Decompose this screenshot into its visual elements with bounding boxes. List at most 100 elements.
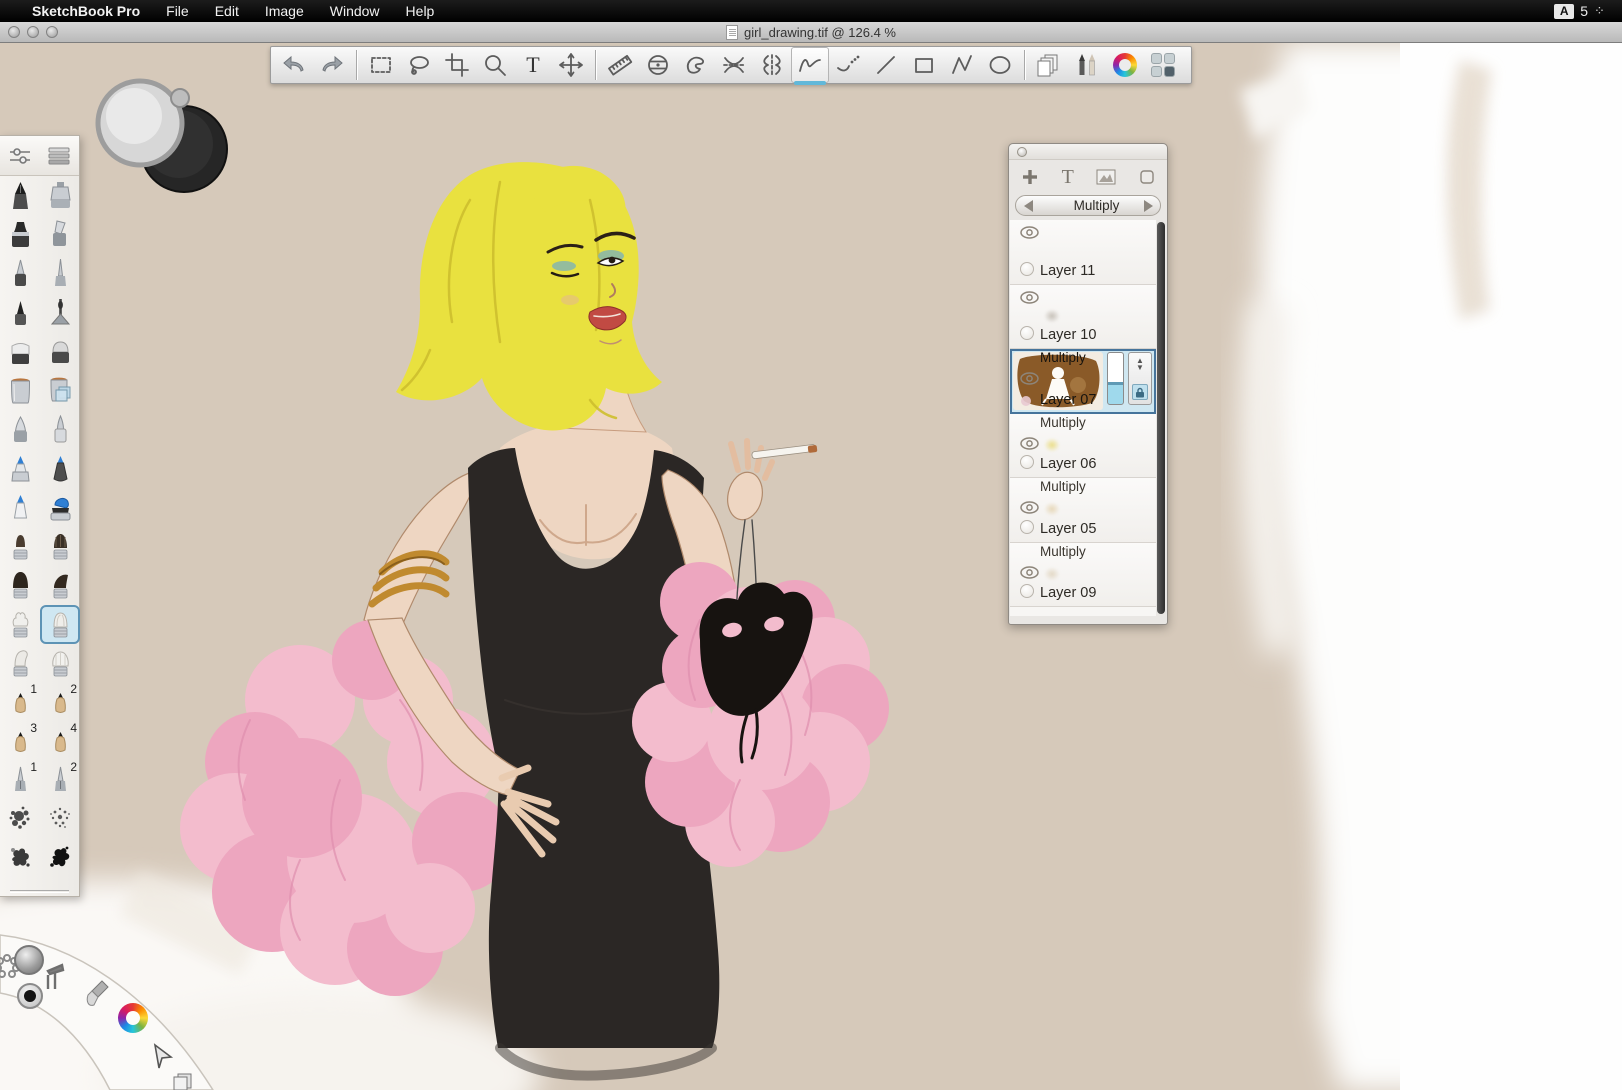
brush-pencil-tan-2-icon[interactable]: 2 (40, 683, 80, 722)
brush-pencil-tan-3-icon[interactable]: 3 (0, 722, 40, 761)
brush-eraser-flat-icon[interactable] (0, 332, 40, 371)
text-layer-icon[interactable]: T (1062, 166, 1074, 189)
tool-cut-stroke-icon[interactable] (715, 47, 753, 83)
brush-marker-icon[interactable] (0, 215, 40, 254)
new-card-icon[interactable] (1139, 169, 1155, 185)
brush-needle-icon[interactable] (40, 254, 80, 293)
brush-bullet-silver-icon[interactable] (40, 410, 80, 449)
tool-redo-icon[interactable] (313, 47, 351, 83)
layer-row-layer-11[interactable]: Layer 11 (1010, 220, 1156, 285)
layer-visibility-eye-icon[interactable] (1020, 437, 1039, 455)
brush-cone-dark-icon[interactable] (0, 293, 40, 332)
layer-visibility-eye-icon[interactable] (1020, 566, 1039, 584)
layer-visibility-eye-icon[interactable] (1020, 501, 1039, 519)
tool-ruler-icon[interactable] (601, 47, 639, 83)
tool-ellipse-guide-icon[interactable] (639, 47, 677, 83)
layer-visibility-eye-icon[interactable] (1020, 226, 1039, 244)
window-title-bar[interactable]: girl_drawing.tif @ 126.4 % (0, 22, 1622, 43)
layer-select-radio[interactable] (1020, 520, 1034, 534)
brush-ink-blot-black-icon[interactable] (40, 839, 80, 878)
brush-pencil-icon[interactable] (0, 176, 40, 215)
edit-tools-icon[interactable] (42, 963, 68, 993)
tool-line-icon[interactable] (867, 47, 905, 83)
tool-spline-stroke-icon[interactable] (829, 47, 867, 83)
layer-row-layer-10[interactable]: Layer 10 (1010, 285, 1156, 350)
traffic-lights[interactable] (8, 26, 58, 38)
tool-rectangle-icon[interactable] (905, 47, 943, 83)
brush-cone-silver-icon[interactable] (0, 410, 40, 449)
tool-rect-select-icon[interactable] (362, 47, 400, 83)
brush-bucket-copy-icon[interactable] (40, 371, 80, 410)
tool-crop-icon[interactable] (438, 47, 476, 83)
blend-prev-arrow[interactable] (1024, 200, 1033, 212)
brush-chisel-icon[interactable] (40, 215, 80, 254)
tool-freehand-stroke-icon[interactable] (791, 47, 829, 83)
tool-text-icon[interactable]: T (514, 47, 552, 83)
brush-ballpoint-icon[interactable] (0, 254, 40, 293)
layer-row-layer-09[interactable]: MultiplyLayer 09 (1010, 543, 1156, 608)
layer-select-radio[interactable] (1020, 262, 1034, 276)
tool-polyline-icon[interactable] (943, 47, 981, 83)
brush-library-icon[interactable] (47, 146, 71, 166)
layer-widget[interactable]: ▲▼ (1128, 352, 1152, 405)
paint-brush-icon[interactable] (84, 979, 112, 1009)
brush-pen-num-2-icon[interactable]: 2 (40, 761, 80, 800)
blend-mode-selector[interactable]: Multiply (1015, 195, 1161, 216)
close-button[interactable] (8, 26, 20, 38)
brush-cone-blue-dark-icon[interactable] (40, 449, 80, 488)
menu-image[interactable]: Image (265, 3, 304, 19)
brush-splatter-fine-icon[interactable] (40, 800, 80, 839)
brush-brush-fan-dark-icon[interactable] (40, 527, 80, 566)
layers-panel-titlebar[interactable] (1009, 144, 1167, 160)
tool-symmetry-icon[interactable] (753, 47, 791, 83)
zoom-puck[interactable] (95, 60, 230, 195)
menu-file[interactable]: File (166, 3, 189, 19)
brush-eraser-round-icon[interactable] (40, 332, 80, 371)
layer-reorder-arrows-icon[interactable]: ▲▼ (1136, 357, 1144, 371)
brush-airbrush-icon[interactable] (40, 176, 80, 215)
tool-move-icon[interactable] (552, 47, 590, 83)
layer-visibility-eye-icon[interactable] (1020, 372, 1039, 390)
layers-scrollbar[interactable] (1157, 222, 1165, 614)
brush-pencil-tan-4-icon[interactable]: 4 (40, 722, 80, 761)
brush-brush-small-dark-icon[interactable] (0, 527, 40, 566)
brush-cone-blue-icon[interactable] (0, 449, 40, 488)
brush-pen-num-1-icon[interactable]: 1 (0, 761, 40, 800)
layer-lock-icon[interactable] (1132, 384, 1148, 400)
layer-select-radio[interactable] (1020, 584, 1034, 598)
layer-row-layer-06[interactable]: MultiplyLayer 06 (1010, 414, 1156, 479)
tool-swatches-icon[interactable] (1144, 47, 1182, 83)
brush-pencil-tan-1-icon[interactable]: 1 (0, 683, 40, 722)
cursor-icon[interactable] (150, 1043, 176, 1071)
brush-brush-round-white-icon[interactable] (40, 605, 80, 644)
brush-brush-big-dark-icon[interactable] (0, 566, 40, 605)
layer-visibility-eye-icon[interactable] (1020, 291, 1039, 309)
minimize-button[interactable] (27, 26, 39, 38)
zoom-window-button[interactable] (46, 26, 58, 38)
brush-stand-icon[interactable] (40, 293, 80, 332)
tool-color-wheel-icon[interactable] (1106, 47, 1144, 83)
layer-select-radio[interactable] (1020, 455, 1034, 469)
menu-edit[interactable]: Edit (215, 3, 239, 19)
palette-resize-grip[interactable] (10, 890, 69, 893)
brush-brush-mop-white-icon[interactable] (40, 644, 80, 683)
brush-brush-angled-dark-icon[interactable] (40, 566, 80, 605)
tool-lasso-select-icon[interactable] (400, 47, 438, 83)
menu-window[interactable]: Window (330, 3, 380, 19)
brush-ink-blot-gray-icon[interactable] (0, 839, 40, 878)
brush-splatter-coarse-icon[interactable] (0, 800, 40, 839)
ball-button[interactable] (14, 945, 44, 975)
layer-opacity-slider[interactable] (1107, 352, 1124, 405)
tool-ellipse-icon[interactable] (981, 47, 1019, 83)
tool-brush-pair-icon[interactable] (1068, 47, 1106, 83)
brush-bucket-icon[interactable] (0, 371, 40, 410)
layer-row-layer-05[interactable]: MultiplyLayer 05 (1010, 478, 1156, 543)
layer-select-radio[interactable] (1020, 326, 1034, 340)
brush-settings-icon[interactable] (8, 146, 32, 166)
brush-cone-blue-white-icon[interactable] (0, 488, 40, 527)
import-image-icon[interactable] (1096, 169, 1116, 185)
tool-french-curve-icon[interactable] (677, 47, 715, 83)
app-menu[interactable]: SketchBook Pro (32, 3, 140, 19)
add-layer-icon[interactable] (1021, 168, 1039, 186)
blend-next-arrow[interactable] (1144, 200, 1153, 212)
